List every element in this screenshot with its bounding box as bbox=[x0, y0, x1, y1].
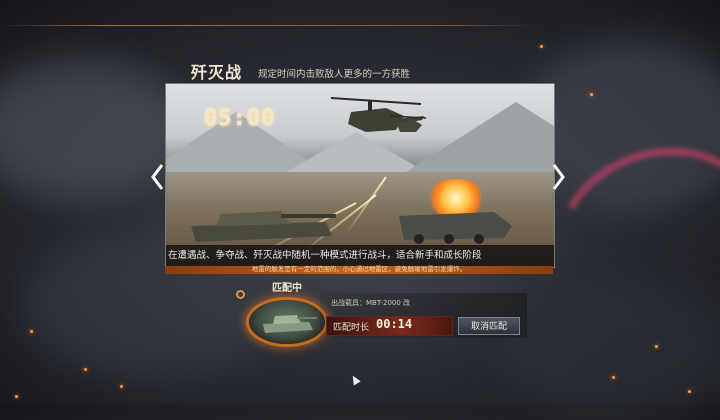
mode-banner-image: 05:00 在遭遇战、争夺战、歼灭战中随机一种模式进行战斗，适合新手和成长阶段 bbox=[165, 83, 555, 268]
vehicle-label: 出战载具：MBT-2000 改 bbox=[331, 299, 411, 307]
tank-icon bbox=[263, 315, 317, 333]
tip-text: 地雷的触发是有一定的范围的，小心通过地雷区，避免触碰地雷引发爆炸。 bbox=[251, 265, 467, 273]
prev-arrow-icon[interactable] bbox=[150, 163, 164, 191]
next-arrow-icon[interactable] bbox=[552, 163, 566, 191]
vehicle-avatar bbox=[249, 300, 325, 344]
top-divider bbox=[0, 25, 532, 26]
match-time-label: 匹配时长 bbox=[333, 323, 370, 333]
tank-icon bbox=[191, 211, 336, 242]
mouse-cursor-icon bbox=[349, 373, 361, 386]
mode-title: 歼灭战 bbox=[191, 63, 243, 82]
match-time-value: 00:14 bbox=[376, 317, 413, 331]
banner-timer: 05:00 bbox=[204, 106, 276, 131]
target-icon bbox=[236, 290, 245, 299]
matching-status: 匹配中 bbox=[272, 283, 302, 294]
cancel-match-button[interactable]: 取消匹配 bbox=[458, 317, 520, 335]
mode-description: 规定时间内击败敌人更多的一方获胜 bbox=[258, 69, 411, 80]
armored-vehicle-icon bbox=[399, 212, 512, 244]
helicopter-icon bbox=[389, 115, 427, 132]
